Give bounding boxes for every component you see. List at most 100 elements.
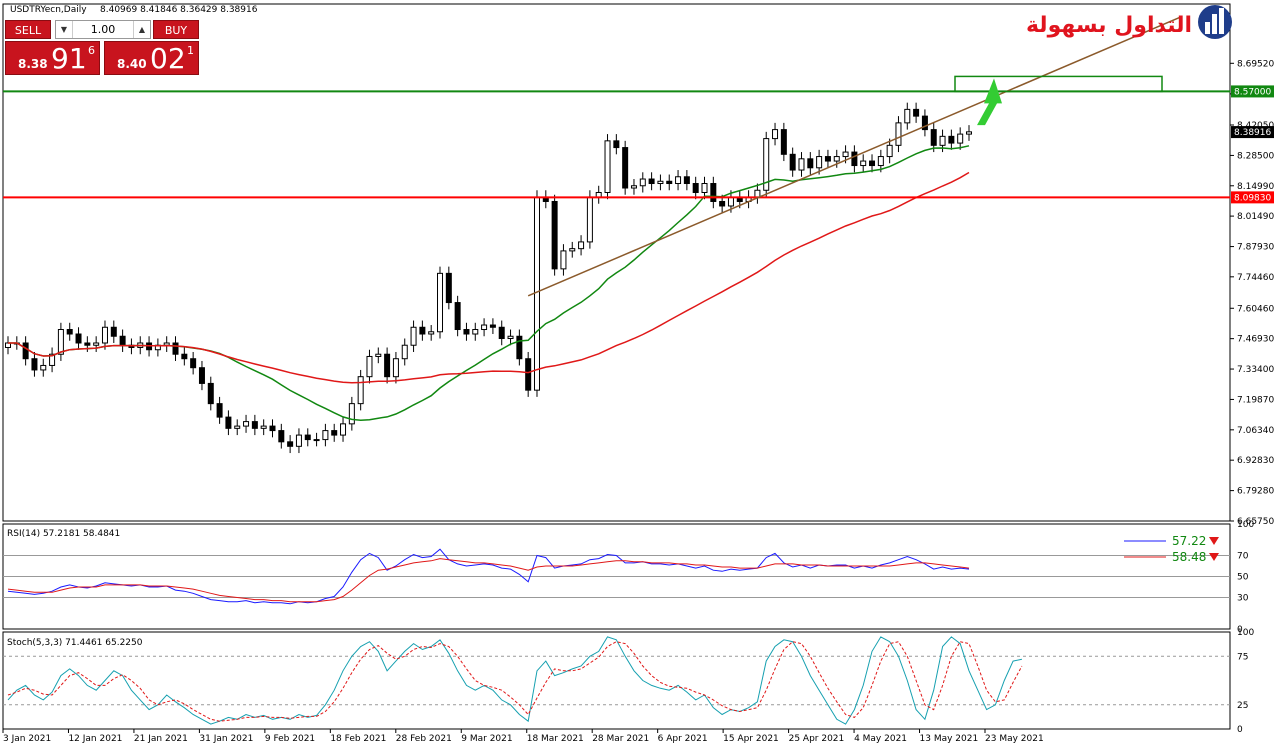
candle <box>966 131 972 135</box>
axis-ticks: 8.695208.559008.420508.285008.149908.014… <box>2 59 1274 744</box>
one-click-trading-panel: SELL ▼ 1.00 ▲ BUY 8.38 91 6 8.40 02 1 <box>5 20 199 75</box>
candle <box>613 140 620 149</box>
price-tick-label: 8.28500 <box>1237 151 1274 161</box>
target-box <box>954 75 1163 93</box>
osc-tick-label: 100 <box>1237 628 1254 638</box>
chart-area[interactable]: 8.695208.559008.420508.285008.149908.014… <box>0 0 1276 748</box>
date-tick-label: 25 Apr 2021 <box>789 734 845 744</box>
date-tick-label: 9 Feb 2021 <box>265 734 315 744</box>
osc-series-line <box>7 636 1023 725</box>
candle <box>243 421 250 427</box>
candle <box>516 335 523 360</box>
symbol-title: USDTRYecn,Daily <box>10 5 87 15</box>
candle <box>401 344 408 360</box>
price-tick-label: 8.69520 <box>1237 59 1274 69</box>
candle <box>860 160 867 167</box>
sell-price-box[interactable]: 8.38 91 6 <box>5 41 100 75</box>
candle <box>675 176 682 185</box>
price-tick-label: 7.87930 <box>1237 243 1274 253</box>
candle <box>692 183 699 193</box>
down-triangle-icon <box>1209 553 1219 561</box>
candle <box>569 248 576 252</box>
candle <box>269 425 276 432</box>
candle <box>789 153 796 171</box>
ohlc-values: 8.40969 8.41846 8.36429 8.38916 <box>100 5 258 15</box>
candle <box>216 403 223 418</box>
buy-button[interactable]: BUY <box>153 20 199 39</box>
chart-frames <box>2 3 1231 730</box>
candle <box>366 355 373 378</box>
candle <box>181 353 188 360</box>
candle <box>190 358 197 369</box>
date-tick-label: 18 Feb 2021 <box>330 734 386 744</box>
candle <box>22 342 29 360</box>
candle <box>595 191 602 198</box>
candle <box>630 185 637 189</box>
chevron-up-icon[interactable]: ▲ <box>133 21 150 38</box>
buy-price-prefix: 8.40 <box>117 57 147 71</box>
price-tick-label: 7.74460 <box>1237 273 1274 283</box>
candle <box>207 382 214 405</box>
logo-text: التداول بسهولة <box>1026 13 1192 38</box>
candle <box>877 156 884 167</box>
candle <box>428 331 435 335</box>
candle <box>198 367 205 384</box>
bar-chart-logo-icon <box>1198 5 1232 39</box>
candle <box>101 326 108 344</box>
price-tick-label: 7.19870 <box>1237 395 1274 405</box>
candle <box>278 430 285 443</box>
osc-tick-label: 30 <box>1237 594 1249 604</box>
candle <box>560 250 567 270</box>
candle <box>331 430 338 436</box>
buy-price-big: 02 <box>150 42 186 75</box>
candle <box>93 342 100 346</box>
osc-tick-label: 70 <box>1237 552 1249 562</box>
lot-size-stepper[interactable]: ▼ 1.00 ▲ <box>55 20 151 39</box>
sell-price-prefix: 8.38 <box>18 57 48 71</box>
chevron-down-icon[interactable]: ▼ <box>56 21 73 38</box>
osc-series-line <box>7 558 970 603</box>
date-tick-label: 9 Mar 2021 <box>461 734 512 744</box>
sell-button[interactable]: SELL <box>5 20 51 39</box>
date-tick-label: 28 Feb 2021 <box>396 734 452 744</box>
date-tick-label: 12 Jan 2021 <box>68 734 122 744</box>
date-tick-label: 23 May 2021 <box>985 734 1044 744</box>
buy-price-pip: 1 <box>187 44 194 57</box>
candle <box>948 135 955 144</box>
down-triangle-icon <box>1209 537 1219 545</box>
price-tick-label: 8.14990 <box>1237 182 1274 192</box>
date-tick-label: 28 Mar 2021 <box>592 734 649 744</box>
candle <box>489 324 496 328</box>
candle <box>498 326 505 339</box>
date-tick-label: 4 May 2021 <box>854 734 907 744</box>
candle <box>348 403 355 425</box>
candle <box>639 178 646 187</box>
candle <box>780 129 787 155</box>
candle <box>225 416 232 429</box>
osc-tick-label: 0 <box>1237 725 1243 735</box>
price-tick-label: 7.06340 <box>1237 426 1274 436</box>
candle <box>84 342 91 346</box>
candle <box>392 358 399 378</box>
buy-price-box[interactable]: 8.40 02 1 <box>104 41 199 75</box>
candle <box>851 151 858 167</box>
candle <box>666 180 673 185</box>
candle <box>410 326 417 346</box>
stoch-pane: 100 75 25 0 <box>3 628 1254 735</box>
candle <box>551 200 558 270</box>
date-tick-label: 6 Apr 2021 <box>658 734 708 744</box>
date-tick-label: 3 Jan 2021 <box>3 734 51 744</box>
lot-size-value[interactable]: 1.00 <box>74 23 132 36</box>
candle <box>57 329 64 355</box>
date-tick-label: 13 May 2021 <box>920 734 979 744</box>
candle <box>525 358 532 391</box>
candle <box>622 147 629 189</box>
candle <box>710 183 717 202</box>
sell-price-big: 91 <box>51 42 87 75</box>
candle <box>507 335 514 339</box>
candle <box>604 140 611 193</box>
candle <box>172 342 179 355</box>
candle <box>454 302 461 331</box>
candle <box>798 158 805 171</box>
candle <box>481 324 488 331</box>
